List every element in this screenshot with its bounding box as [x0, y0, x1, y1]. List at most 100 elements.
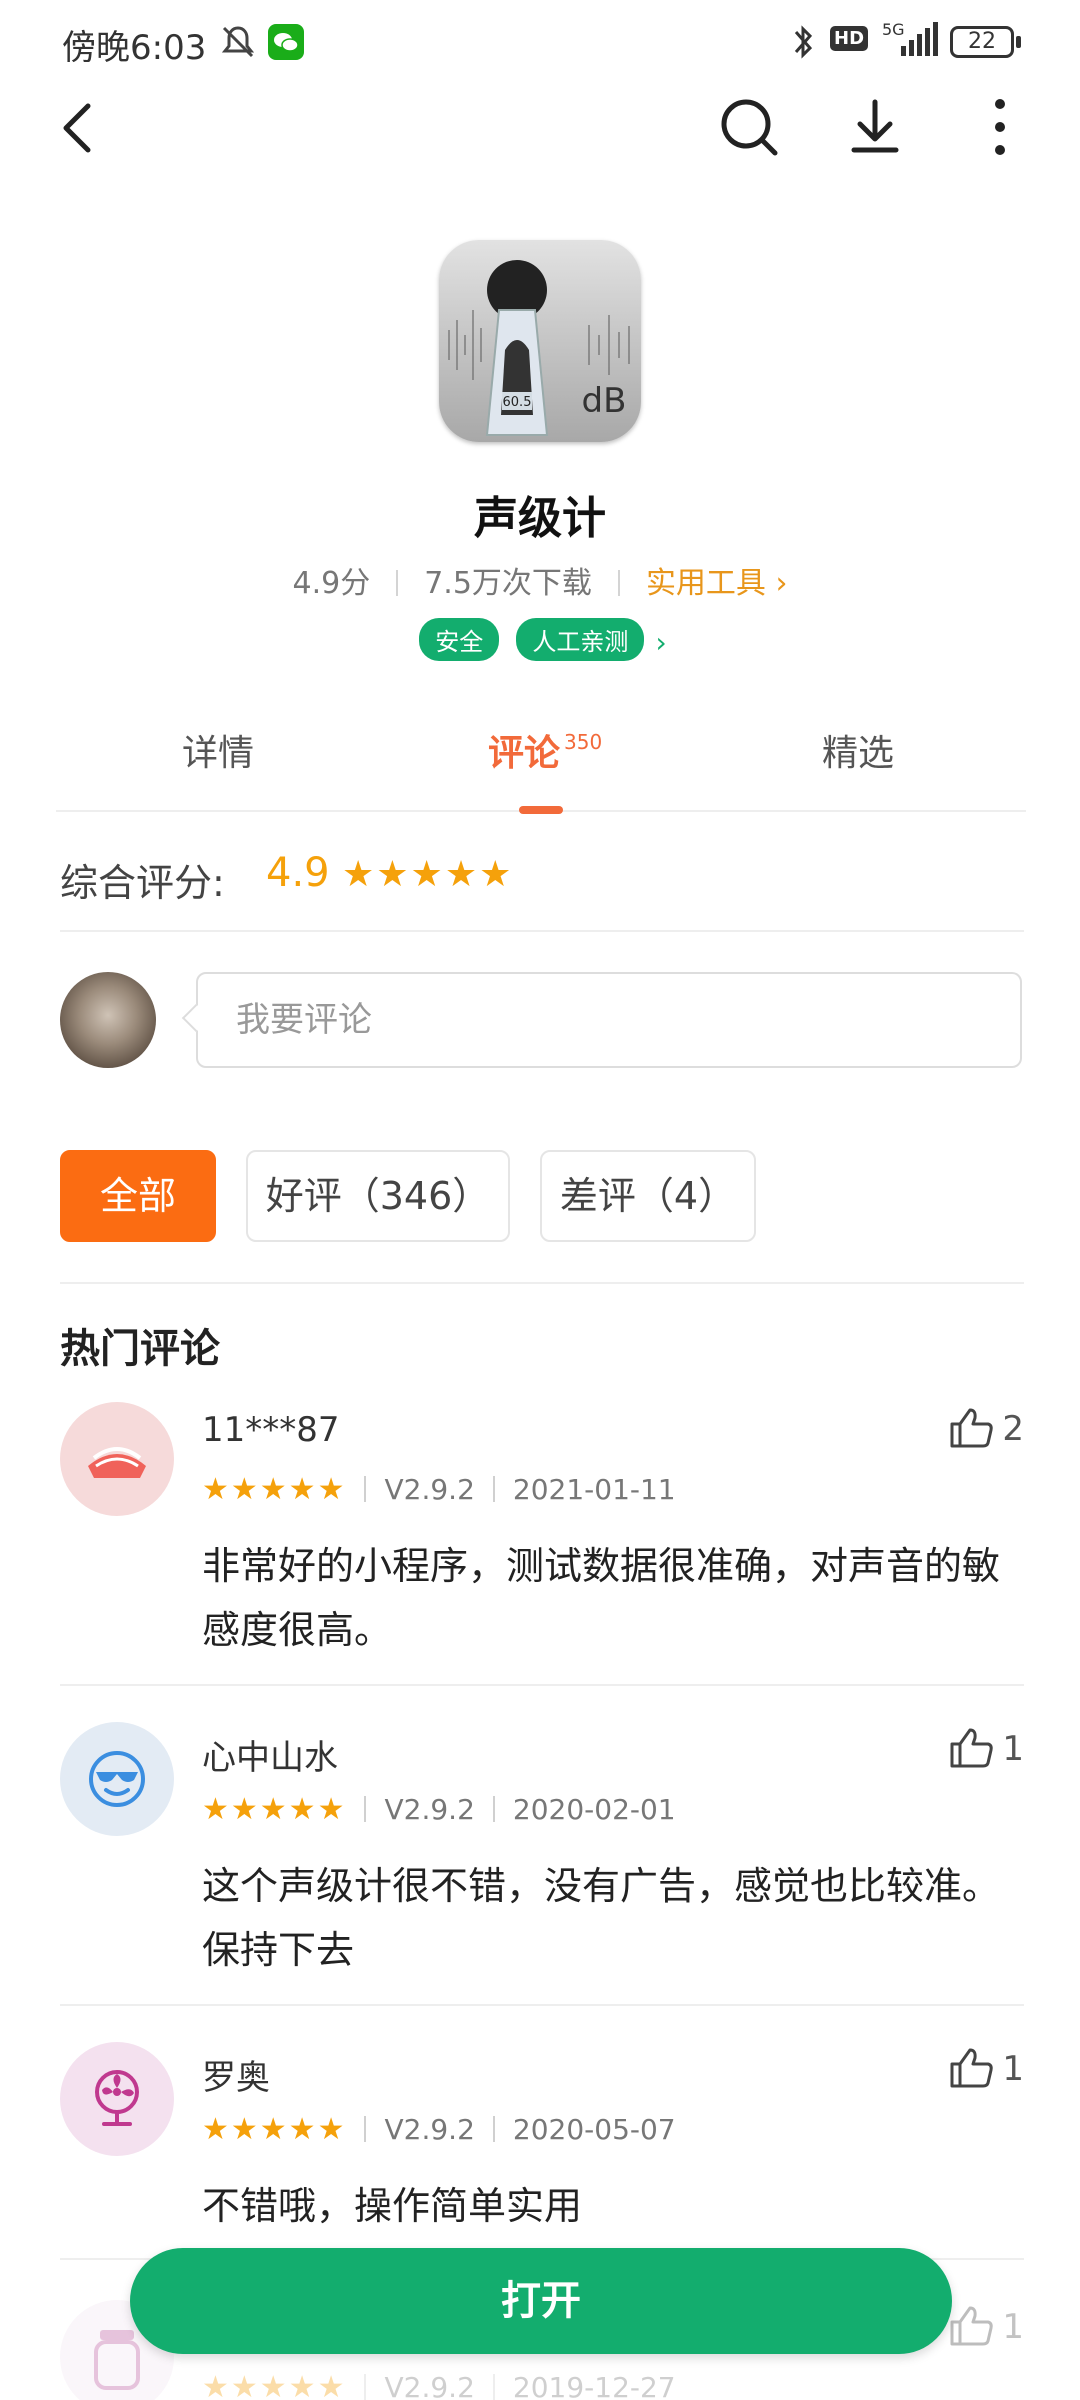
- reviewer-name: 11***87: [202, 1410, 340, 1450]
- thumbs-up-icon: [950, 1728, 994, 1768]
- review-version: V2.9.2: [384, 2113, 475, 2146]
- review-date: 2021-01-11: [512, 1473, 676, 1506]
- tab-bar: 详情 评论 350 精选: [56, 700, 1026, 814]
- review-item: 心中山水 ★★★★★ V2.9.2 2020-02-01 这个声级计很不错，没有广告…: [60, 1722, 1024, 2006]
- filter-positive[interactable]: 好评（346）: [246, 1150, 510, 1242]
- tab-comments[interactable]: 评论 350: [488, 724, 602, 776]
- search-button[interactable]: [715, 92, 785, 162]
- like-count: 1: [1002, 2049, 1024, 2089]
- badge-manually-tested: 人工亲测: [516, 618, 645, 661]
- status-time: 傍晚6:03: [62, 28, 207, 68]
- review-date: 2020-02-01: [512, 1793, 676, 1826]
- like-button[interactable]: 2: [948, 1406, 1024, 1449]
- review-meta: ★★★★★ V2.9.2 2021-01-11: [202, 1472, 676, 1507]
- reviewer-avatar[interactable]: [60, 1722, 174, 1836]
- meta-divider: [364, 1476, 367, 1502]
- filter-label: 好评（346）: [265, 1174, 491, 1218]
- meta-divider: [396, 570, 399, 596]
- battery-tip: [1016, 36, 1021, 48]
- review-meta: ★★★★★ V2.9.2 2019-12-27: [202, 2370, 676, 2400]
- tab-indicator: [519, 806, 563, 814]
- app-name: 声级计: [474, 493, 606, 544]
- back-button[interactable]: [52, 92, 112, 164]
- review-version: V2.9.2: [384, 1473, 475, 1506]
- filter-label: 差评（4）: [559, 1174, 737, 1218]
- fan-icon: [95, 2070, 139, 2126]
- filter-negative[interactable]: 差评（4）: [540, 1150, 756, 1242]
- like-button[interactable]: 1: [948, 2304, 1024, 2347]
- comment-input[interactable]: 我要评论: [196, 972, 1022, 1068]
- like-count: 1: [1002, 2307, 1024, 2347]
- review-text: 非常好的小程序，测试数据很准确，对声音的敏感度很高。: [202, 1544, 1001, 1652]
- search-icon: [721, 99, 778, 156]
- section-divider: [60, 1282, 1024, 1284]
- status-bar: 傍晚6:03 HD 5G 22: [0, 0, 1080, 84]
- overall-rating: 综合评分: 4.9 ★★★★★: [60, 840, 1024, 932]
- sushi-icon: [88, 1447, 146, 1478]
- meta-divider: [364, 1796, 367, 1822]
- app-category-link[interactable]: 实用工具 ›: [646, 566, 788, 601]
- like-button[interactable]: 1: [948, 2046, 1024, 2089]
- safety-badges[interactable]: 安全 人工亲测 ›: [0, 618, 1080, 661]
- review-date: 2019-12-27: [512, 2371, 676, 2400]
- battery-indicator: 22: [950, 26, 1014, 58]
- chevron-left-icon: [63, 103, 91, 153]
- review-meta: ★★★★★ V2.9.2 2020-05-07: [202, 2112, 676, 2147]
- app-category: 实用工具: [645, 566, 766, 601]
- icon-display-value: 60.5: [503, 395, 532, 410]
- meta-divider: [617, 570, 620, 596]
- bell-muted-icon: [221, 26, 255, 58]
- user-avatar[interactable]: [60, 972, 156, 1068]
- wechat-icon: [268, 24, 304, 60]
- sound-meter-icon: 60.5 dB: [448, 260, 630, 436]
- section-title: 热门评论: [60, 1326, 220, 1372]
- tab-label: 评论: [488, 733, 561, 774]
- review-version: V2.9.2: [384, 2371, 475, 2400]
- review-version: V2.9.2: [384, 1793, 475, 1826]
- thumbs-up-icon: [950, 2306, 994, 2346]
- comment-placeholder: 我要评论: [236, 1000, 372, 1040]
- signal-icon: [901, 22, 938, 56]
- cool-face-icon: [89, 1751, 145, 1807]
- reviewer-name: 罗奥: [202, 2058, 270, 2098]
- app-meta: 4.9分 7.5万次下载 实用工具 ›: [0, 558, 1080, 602]
- reviewer-avatar[interactable]: [60, 1402, 174, 1516]
- tab-label: 详情: [182, 733, 255, 774]
- tab-details[interactable]: 详情: [182, 724, 254, 776]
- reviewer-name: 心中山水: [202, 1738, 338, 1778]
- more-button[interactable]: [965, 92, 1035, 162]
- thumbs-up-icon: [950, 1408, 994, 1448]
- badge-safe: 安全: [419, 618, 500, 661]
- like-button[interactable]: 1: [948, 1726, 1024, 1769]
- badge-chevron: ›: [655, 626, 667, 659]
- meta-divider: [492, 1796, 495, 1822]
- more-vertical-icon: [995, 99, 1005, 155]
- filter-label: 全部: [99, 1174, 176, 1218]
- thumbs-up-icon: [950, 2048, 994, 2088]
- review-item: 罗奥 ★★★★★ V2.9.2 2020-05-07 不错哦，操作简单实用 1: [60, 2042, 1024, 2260]
- like-count: 1: [1002, 1729, 1024, 1769]
- app-icon: 60.5 dB: [439, 240, 641, 442]
- filter-all[interactable]: 全部: [60, 1150, 216, 1242]
- open-app-button[interactable]: 打开: [130, 2248, 952, 2354]
- rating-score: 4.9: [266, 850, 330, 896]
- review-date: 2020-05-07: [512, 2113, 676, 2146]
- like-count: 2: [1002, 1409, 1024, 1449]
- review-text: 这个声级计很不错，没有广告，感觉也比较准。保持下去: [202, 1864, 1001, 1972]
- review-stars: ★★★★★: [202, 1472, 347, 1507]
- rating-stars: ★★★★★: [342, 854, 514, 895]
- app-score: 4.9分: [292, 566, 371, 601]
- meta-divider: [364, 2116, 367, 2142]
- review-stars: ★★★★★: [202, 1792, 347, 1827]
- reviewer-avatar[interactable]: [60, 2042, 174, 2156]
- meta-divider: [364, 2374, 367, 2400]
- tab-label: 精选: [822, 733, 895, 774]
- review-divider: [60, 1684, 1024, 1686]
- download-icon: [851, 99, 899, 153]
- download-button[interactable]: [840, 92, 910, 162]
- rating-label: 综合评分:: [60, 861, 225, 905]
- tab-featured[interactable]: 精选: [822, 724, 894, 776]
- review-divider: [60, 2004, 1024, 2006]
- bluetooth-icon: [794, 25, 813, 59]
- meta-divider: [492, 2116, 495, 2142]
